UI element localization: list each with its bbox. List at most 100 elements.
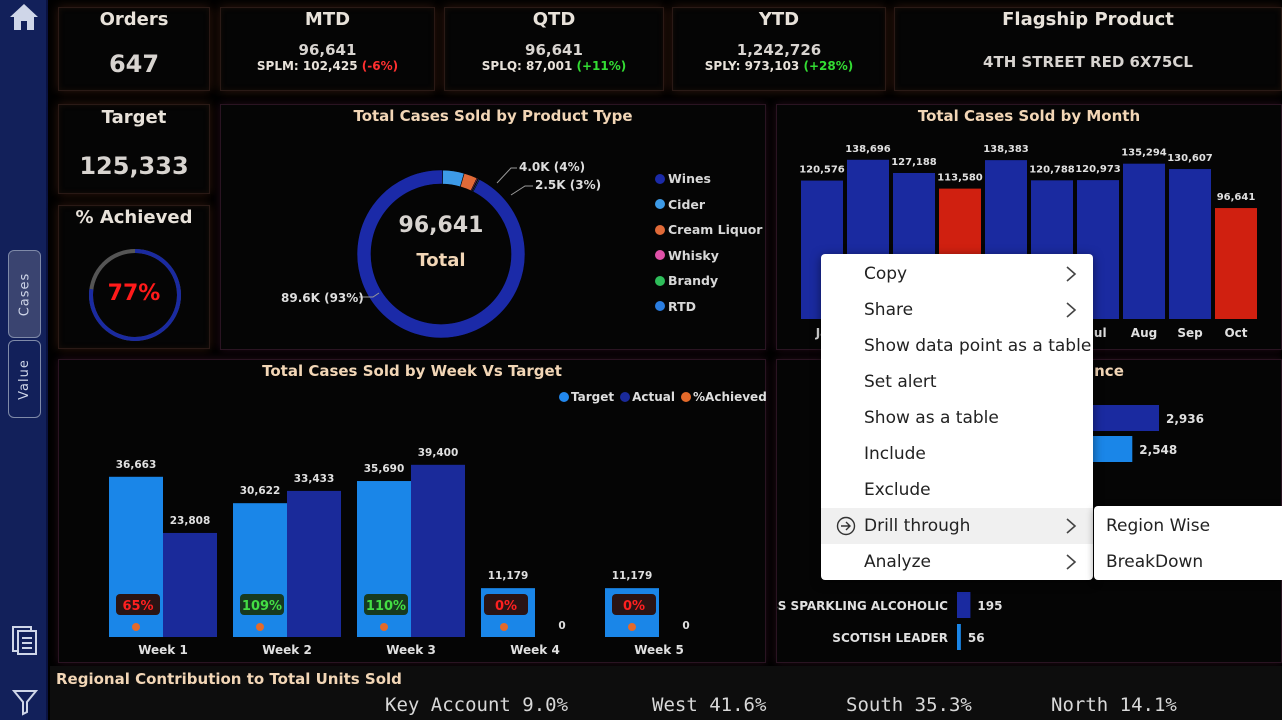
arrow-circle-icon	[836, 516, 856, 536]
donut-center-label: Total	[416, 250, 466, 271]
menu-item-analyze-label: Analyze	[864, 552, 931, 572]
chevron-right-icon	[1066, 518, 1077, 534]
product-type-chart[interactable]: Total Cases Sold by Product Type 96,641 …	[220, 104, 766, 350]
legend-label: Brandy	[668, 273, 719, 289]
legend-item-brandy[interactable]: Brandy	[655, 268, 762, 294]
ytd-title: YTD	[758, 9, 800, 30]
home-icon[interactable]	[8, 2, 40, 32]
ytd-value: 1,242,726	[736, 41, 822, 59]
menu-item-drill-through-label: Drill through	[864, 516, 971, 536]
week-actual-bar	[163, 532, 217, 637]
menu-item-set-alert[interactable]: Set alert	[821, 364, 1093, 400]
orders-card[interactable]: Orders 647	[58, 7, 210, 91]
label-cider: 4.0K (4%)	[519, 160, 586, 174]
ytd-comparison-base: SPLY: 973,103	[704, 59, 804, 73]
submenu-item-breakdown-label: BreakDown	[1106, 552, 1204, 572]
legend-label: RTD	[668, 298, 696, 314]
month-bar	[1169, 169, 1211, 319]
tab-cases[interactable]: Cases	[8, 250, 41, 338]
legend-item-cider[interactable]: Cider	[655, 192, 762, 218]
week-tick-label: Week 4	[510, 643, 560, 657]
menu-item-analyze[interactable]: Analyze	[821, 544, 1093, 580]
filter-icon[interactable]	[11, 688, 39, 716]
weekly-bars: 36,663 23,808 65% Week 1 30,622 33,433 109% Wee…	[109, 447, 690, 657]
month-tick-label: Aug	[1131, 326, 1157, 340]
week-actual-value-label: 0	[558, 620, 565, 632]
tab-value[interactable]: Value	[8, 340, 41, 418]
menu-item-drill-through[interactable]: Drill through	[821, 508, 1093, 544]
legend-label: Whisky	[668, 247, 719, 263]
week-actual-bar	[411, 464, 465, 637]
legend-item-whisky[interactable]: Whisky	[655, 243, 762, 269]
menu-item-show-data-point[interactable]: Show data point as a table	[821, 328, 1093, 364]
regional-south: South 35.3%	[846, 694, 972, 716]
week-tick-label: Week 5	[634, 643, 684, 657]
leader-line-cream-liquor	[510, 185, 533, 196]
week-actual-value-label: 39,400	[418, 447, 459, 459]
legend-label: Cider	[668, 196, 706, 212]
target-card[interactable]: Target 125,333	[58, 104, 210, 194]
context-menu: Copy Share Show data point as a table Se…	[821, 254, 1093, 580]
mtd-card[interactable]: MTD 96,641 SPLM: 102,425 (-6%)	[220, 7, 435, 91]
menu-item-include-label: Include	[864, 444, 926, 464]
legend-label: Cream Liquor	[668, 222, 763, 238]
menu-item-share-label: Share	[864, 300, 914, 320]
donut-center-value: 96,641	[398, 213, 484, 238]
submenu-item-region-wise[interactable]: Region Wise	[1106, 508, 1210, 544]
menu-item-set-alert-label: Set alert	[864, 372, 937, 392]
target-value: 125,333	[79, 152, 189, 180]
tab-cases-label: Cases	[17, 272, 32, 316]
qtd-value: 96,641	[525, 41, 583, 59]
menu-item-exclude-label: Exclude	[864, 480, 931, 500]
drill-through-submenu: Region Wise BreakDown	[1094, 506, 1282, 580]
legend-label: Wines	[668, 171, 711, 187]
menu-item-show-as-table[interactable]: Show as a table	[821, 400, 1093, 436]
weekly-chart[interactable]: Total Cases Sold by Week Vs Target Targe…	[58, 359, 767, 663]
brand-category-label: 4S SPARKLING ALCOHOLIC	[777, 599, 948, 613]
legend-dot-icon	[655, 224, 665, 235]
month-bar-value-label: 120,973	[1075, 164, 1121, 175]
achieved-value: 77%	[107, 281, 161, 306]
month-bar-value-label: 135,294	[1121, 148, 1167, 159]
menu-item-copy-label: Copy	[864, 264, 908, 284]
week-pct-label: 110%	[366, 599, 406, 614]
brand-value-label: 195	[977, 599, 1002, 613]
month-bar-value-label: 127,188	[891, 157, 937, 168]
legend-dot-icon	[655, 199, 665, 210]
submenu-item-breakdown[interactable]: BreakDown	[1106, 544, 1203, 580]
legend-dot-icon	[655, 275, 665, 286]
menu-item-include[interactable]: Include	[821, 436, 1093, 472]
menu-item-copy[interactable]: Copy	[821, 256, 1093, 292]
legend-item-wines[interactable]: Wines	[655, 166, 762, 192]
submenu-item-region-wise-label: Region Wise	[1106, 516, 1211, 536]
month-bar-value-label: 138,696	[845, 144, 891, 155]
week-pct-point	[256, 623, 264, 631]
week-target-value-label: 11,179	[612, 570, 653, 582]
legend-item-rtd[interactable]: RTD	[655, 294, 762, 320]
mtd-title: MTD	[304, 9, 351, 30]
qtd-card[interactable]: QTD 96,641 SPLQ: 87,001 (+11%)	[444, 7, 664, 91]
flagship-card[interactable]: Flagship Product 4TH STREET RED 6X75CL	[894, 7, 1282, 91]
brand-value-label: 2,548	[1139, 443, 1177, 457]
menu-item-share[interactable]: Share	[821, 292, 1093, 328]
ytd-card[interactable]: YTD 1,242,726 SPLY: 973,103 (+28%)	[672, 7, 886, 91]
chevron-right-icon	[1066, 266, 1077, 282]
week-pct-label: 109%	[242, 599, 282, 614]
week-actual-value-label: 23,808	[170, 515, 211, 527]
week-tick-label: Week 3	[386, 643, 436, 657]
target-title: Target	[101, 107, 167, 128]
achieved-gauge	[89, 249, 181, 341]
regional-key-account: Key Account 9.0%	[385, 694, 569, 716]
achieved-card[interactable]: % Achieved 77%	[58, 205, 210, 349]
chevron-right-icon	[1066, 554, 1077, 570]
week-actual-bar	[287, 490, 341, 637]
week-pct-label: 65%	[122, 599, 153, 614]
tab-value-label: Value	[17, 358, 33, 400]
report-icon[interactable]	[10, 622, 40, 656]
menu-item-exclude[interactable]: Exclude	[821, 472, 1093, 508]
week-pct-point	[628, 623, 636, 631]
week-actual-value-label: 0	[682, 620, 689, 632]
month-bar-value-label: 96,641	[1217, 192, 1256, 203]
dashboard: Cases Value Orders 647 MTD 96,641 SPLM: …	[0, 0, 1282, 720]
legend-item-cream-liquor[interactable]: Cream Liquor	[655, 217, 762, 243]
